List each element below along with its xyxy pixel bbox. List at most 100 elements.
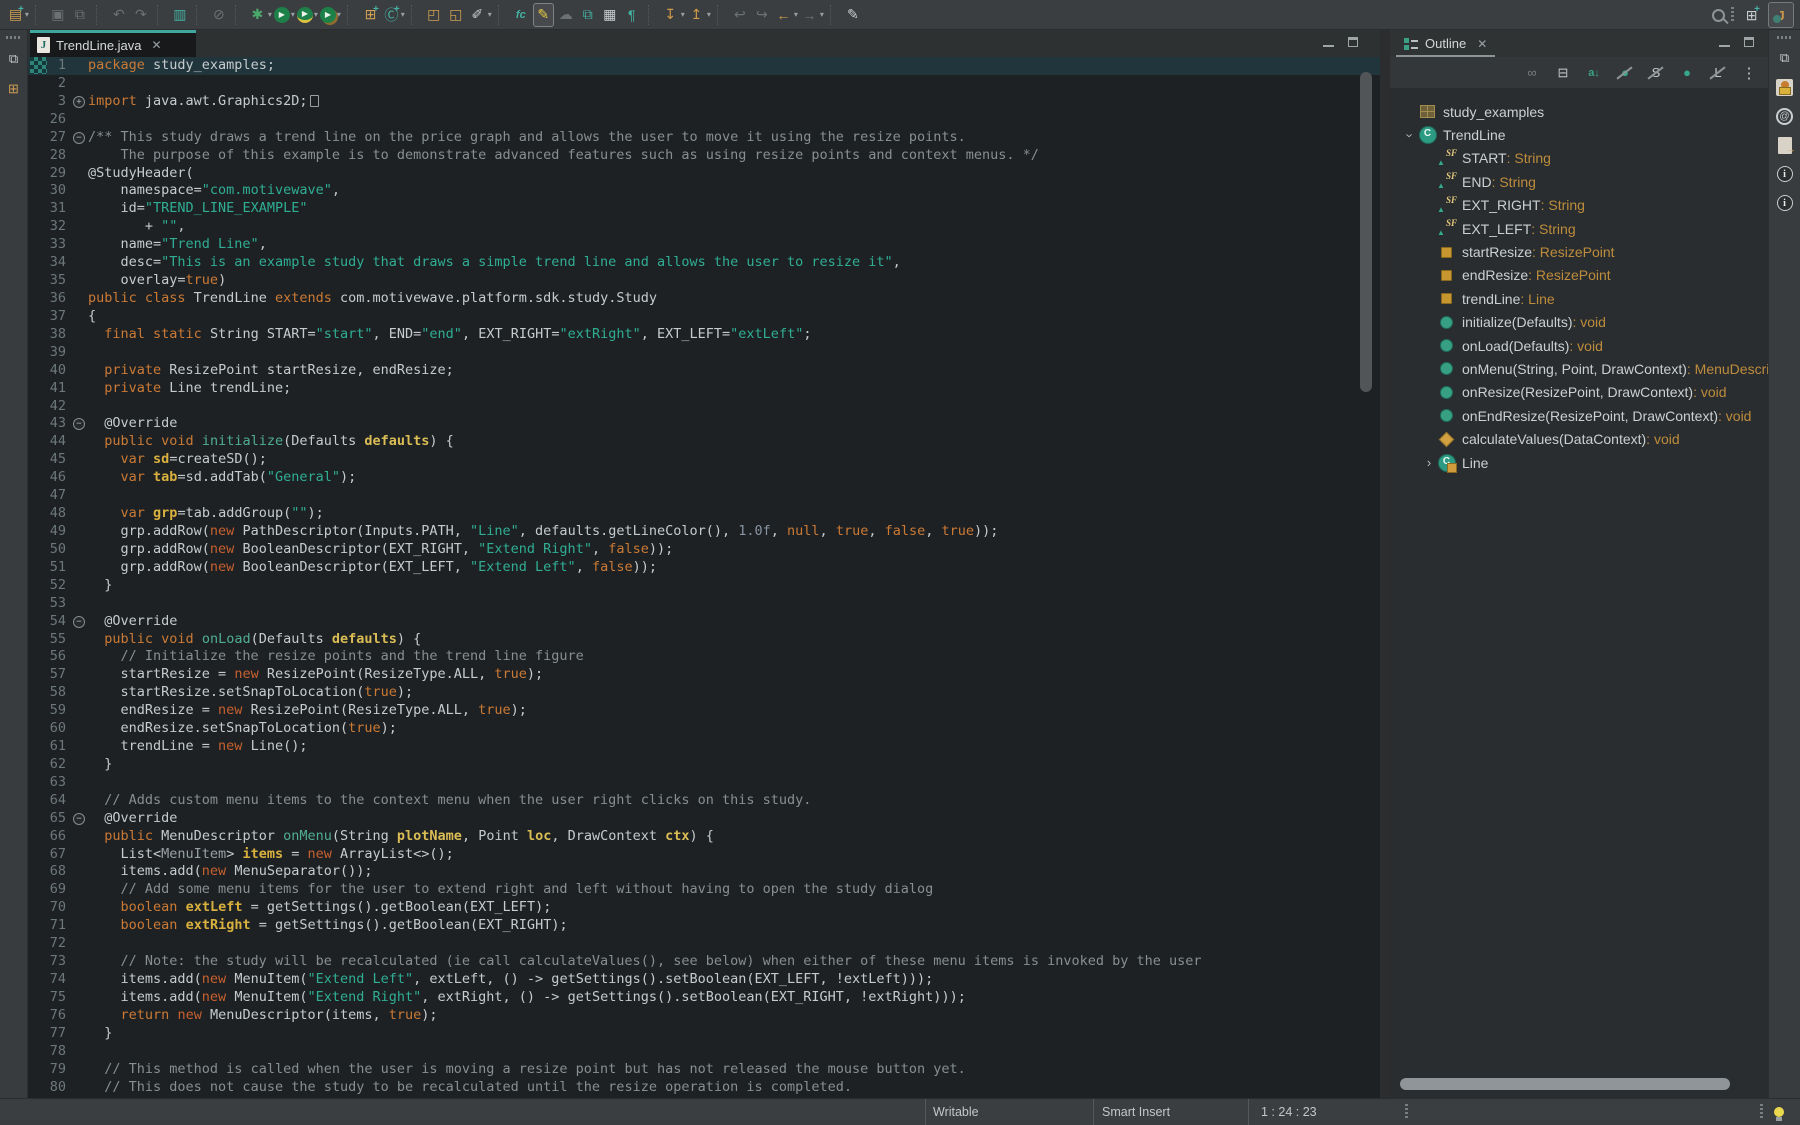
outline-item[interactable]: startResize : ResizePoint [1390, 240, 1768, 263]
info-view-icon[interactable]: i [1774, 164, 1796, 184]
back-icon[interactable]: ←▾ [774, 3, 798, 27]
new-class-icon[interactable]: Ⓒ+▾ [382, 3, 405, 27]
view-menu-icon[interactable]: ⋮ [1736, 62, 1762, 84]
code-line: 74 items.add(new MenuItem("Extend Left",… [28, 971, 1380, 989]
dropdown-caret[interactable]: ▾ [401, 10, 405, 19]
fold-marker[interactable]: − [73, 813, 85, 825]
outline-item[interactable]: EXT_RIGHT : String [1390, 194, 1768, 217]
field-icon [1437, 244, 1456, 261]
dropdown-caret[interactable]: ▾ [337, 10, 341, 19]
dropdown-caret[interactable]: ▾ [291, 10, 295, 19]
outline-item[interactable]: onLoad(Defaults) : void [1390, 334, 1768, 357]
sort-icon[interactable]: a↓ [1581, 62, 1607, 84]
javadoc-view-icon[interactable]: @ [1774, 106, 1796, 126]
collapse-all-icon[interactable]: ⊟ [1550, 62, 1576, 84]
dropdown-caret[interactable]: ▾ [25, 10, 29, 19]
outline-item[interactable]: END : String [1390, 170, 1768, 193]
toolbar-right-cluster: ⊞+ J [1712, 0, 1794, 30]
run-external-tools-icon[interactable]: ▶▾ [320, 3, 341, 27]
maximize-outline-icon[interactable] [1744, 37, 1754, 47]
code-editor[interactable]: 1package study_examples;23+import java.a… [28, 57, 1380, 1098]
outline-item[interactable]: trendLine : Line [1390, 287, 1768, 310]
coverage-icon[interactable]: ▶▾ [297, 3, 318, 27]
outline-item[interactable]: initialize(Defaults) : void [1390, 311, 1768, 334]
outline-item[interactable]: START : String [1390, 147, 1768, 170]
debug-icon[interactable]: ✱▾ [248, 3, 272, 27]
show-source-icon[interactable]: ▦ [600, 3, 620, 27]
new-wizard-icon[interactable]: ▤+▾ [6, 3, 29, 27]
toolbar-separator [235, 5, 243, 25]
folded-region-box[interactable] [310, 95, 319, 107]
dropdown-caret[interactable]: ▾ [794, 10, 798, 19]
hide-fields-icon[interactable]: ● [1612, 62, 1638, 84]
save-icon: ▣ [48, 3, 68, 27]
search-icon[interactable] [1712, 9, 1725, 22]
open-type-icon[interactable]: ◰ [424, 3, 444, 27]
mark-occurrences-icon[interactable]: ✎ [533, 3, 554, 27]
outline-item[interactable]: study_examples [1390, 100, 1768, 123]
outline-item[interactable]: calculateValues(DataContext) : void [1390, 427, 1768, 450]
run-icon[interactable]: ▶▾ [274, 3, 295, 27]
open-resource-icon[interactable]: ◱ [446, 3, 466, 27]
restore-view-icon[interactable]: ⧉ [1774, 48, 1796, 68]
outline-item[interactable]: ›Line [1390, 451, 1768, 474]
minimize-outline-icon[interactable] [1719, 38, 1730, 47]
dropdown-caret[interactable]: ▾ [681, 10, 685, 19]
line-number: 75 [48, 989, 70, 1007]
restore-view-icon[interactable]: ⧉ [3, 49, 25, 69]
annotate-icon[interactable]: ✐▾ [468, 3, 492, 27]
format-source-icon[interactable]: fc [511, 3, 531, 27]
code-line: 71 boolean extRight = getSettings().getB… [28, 917, 1380, 935]
show-whitespace-icon[interactable]: ¶ [622, 3, 642, 27]
tab-outline[interactable]: Outline ✕ [1396, 32, 1495, 57]
java-perspective-icon[interactable]: J [1768, 2, 1794, 28]
dropdown-caret[interactable]: ▾ [268, 10, 272, 19]
outline-item[interactable]: endResize : ResizePoint [1390, 264, 1768, 287]
code-line: 46 var tab=sd.addTab("General"); [28, 469, 1380, 487]
close-tab-icon[interactable]: ✕ [152, 38, 162, 52]
status-bar: Writable Smart Insert 1 : 24 : 23 [0, 1098, 1800, 1125]
fold-marker[interactable]: − [73, 132, 85, 144]
package-explorer-icon[interactable]: ⊞ [3, 79, 25, 99]
outline-item[interactable]: onMenu(String, Point, DrawContext) : Men… [1390, 357, 1768, 380]
tab-trendline-java[interactable]: J TrendLine.java ✕ [30, 30, 196, 57]
fold-marker[interactable]: − [73, 418, 85, 430]
dropdown-caret[interactable]: ▾ [707, 10, 711, 19]
outline-item[interactable]: onResize(ResizePoint, DrawContext) : voi… [1390, 381, 1768, 404]
task-list-icon[interactable] [1774, 77, 1796, 97]
panel-divider[interactable] [1380, 30, 1390, 1098]
editor-vertical-scrollbar[interactable] [1360, 72, 1372, 392]
outline-item[interactable]: ›TrendLine [1390, 123, 1768, 146]
expand-arrow-icon[interactable]: › [1421, 455, 1437, 470]
close-outline-icon[interactable]: ✕ [1477, 37, 1487, 51]
declaration-view-icon[interactable] [1774, 135, 1796, 155]
outline-item[interactable]: onEndResize(ResizePoint, DrawContext) : … [1390, 404, 1768, 427]
code-text [88, 344, 1380, 362]
open-console-icon[interactable]: ▥ [170, 3, 190, 27]
next-annotation-icon[interactable]: ⧉ [578, 3, 598, 27]
code-text: private Line trendLine; [88, 380, 1380, 398]
code-line: 69 // Add some menu items for the user t… [28, 881, 1380, 899]
dropdown-caret[interactable]: ▾ [820, 10, 824, 19]
open-perspective-icon[interactable]: ⊞+ [1741, 3, 1761, 27]
collapse-arrow-icon[interactable]: › [1403, 127, 1418, 143]
fold-marker[interactable]: + [73, 96, 85, 108]
quick-fix-lightbulb-icon[interactable] [1774, 1099, 1784, 1125]
new-java-project-icon[interactable]: ⊞+ [360, 3, 380, 27]
hide-static-icon[interactable]: S [1643, 62, 1669, 84]
dropdown-caret[interactable]: ▾ [488, 10, 492, 19]
minimize-editor-icon[interactable] [1323, 38, 1334, 47]
info-view-2-icon[interactable]: i [1774, 193, 1796, 213]
dropdown-caret[interactable]: ▾ [314, 10, 318, 19]
code-line: 34 desc="This is an example study that d… [28, 254, 1380, 272]
hide-non-public-icon[interactable]: ● [1674, 62, 1700, 84]
fold-marker[interactable]: − [73, 616, 85, 628]
code-line: 72 [28, 935, 1380, 953]
maximize-editor-icon[interactable] [1348, 37, 1358, 47]
last-edit-location-icon[interactable]: ↧▾ [661, 3, 685, 27]
hide-local-types-icon[interactable]: L [1705, 62, 1731, 84]
outline-item[interactable]: EXT_LEFT : String [1390, 217, 1768, 240]
outline-horizontal-scrollbar[interactable] [1400, 1078, 1730, 1090]
previous-edit-location-icon[interactable]: ↥▾ [687, 3, 711, 27]
new-task-icon[interactable]: ✎ [843, 3, 863, 27]
